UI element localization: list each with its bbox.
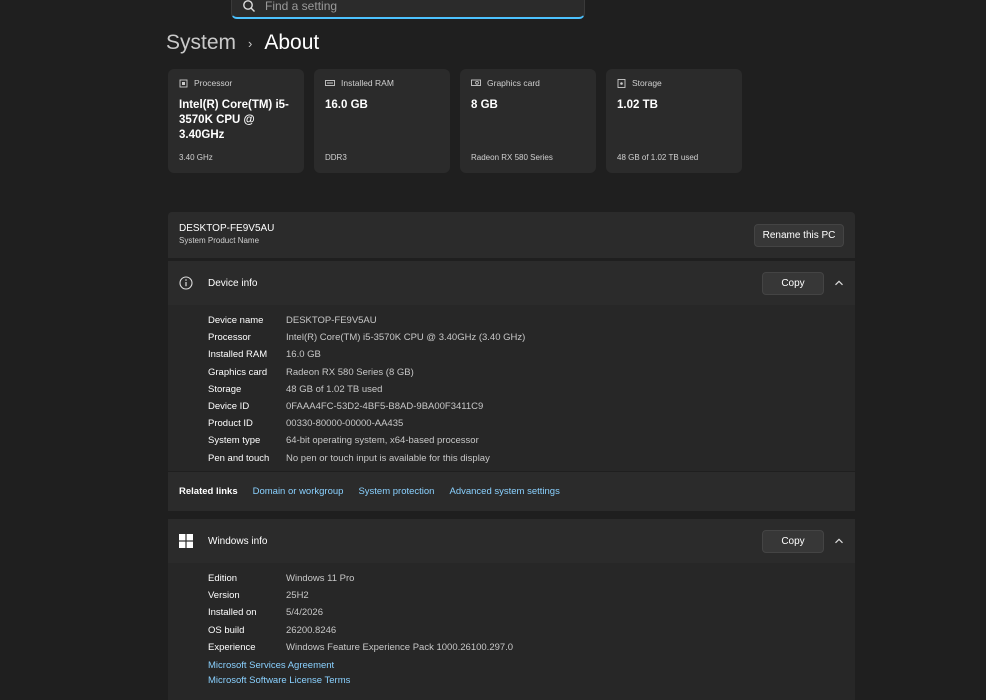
breadcrumb-system[interactable]: System: [166, 31, 236, 55]
ram-icon: [325, 80, 335, 86]
row-key: System type: [208, 435, 261, 447]
row-value: 64-bit operating system, x64-based proce…: [286, 435, 479, 447]
windows-legal-links: Microsoft Services Agreement Microsoft S…: [168, 660, 855, 690]
row-value: 26200.8246: [286, 624, 337, 636]
row-value: Windows 11 Pro: [286, 573, 355, 585]
row-key: Experience: [208, 641, 256, 653]
row-key: Pen and touch: [208, 452, 270, 464]
chevron-up-icon[interactable]: [834, 536, 844, 546]
info-row: Product ID 00330-80000-00000-AA435: [208, 415, 855, 432]
device-info-header[interactable]: Device info Copy: [168, 261, 855, 305]
row-value: 0FAAA4FC-53D2-4BF5-B8AD-9BA00F3411C9: [286, 401, 484, 413]
search-icon: [243, 0, 255, 12]
windows-info-section: Windows info Copy Edition Windows 11 Pro …: [168, 519, 855, 700]
row-key: OS build: [208, 624, 245, 636]
row-value: No pen or touch input is available for t…: [286, 452, 490, 464]
info-row: System type 64-bit operating system, x64-…: [208, 432, 855, 449]
row-value: 00330-80000-00000-AA435: [286, 418, 404, 430]
row-value: 5/4/2026: [286, 607, 323, 619]
services-agreement-link[interactable]: Microsoft Services Agreement: [208, 660, 855, 675]
spec-card-graphics: Graphics card 8 GB Radeon RX 580 Series: [460, 69, 596, 173]
row-key: Storage: [208, 383, 242, 395]
card-sub: 3.40 GHz: [179, 153, 213, 162]
info-row: Storage 48 GB of 1.02 TB used: [208, 381, 855, 398]
row-key: Edition: [208, 573, 238, 585]
spec-card-storage: Storage 1.02 TB 48 GB of 1.02 TB used: [606, 69, 742, 173]
row-value: 25H2: [286, 590, 309, 602]
chevron-up-icon[interactable]: [834, 278, 844, 288]
row-value: DESKTOP-FE9V5AU: [286, 315, 377, 327]
spec-card-processor: Processor Intel(R) Core(TM) i5-3570K CPU…: [168, 69, 304, 173]
row-key: Installed on: [208, 607, 257, 619]
card-sub: DDR3: [325, 153, 347, 162]
info-row: Installed on 5/4/2026: [208, 604, 855, 621]
card-value: 16.0 GB: [325, 99, 368, 111]
info-row: Device name DESKTOP-FE9V5AU: [208, 312, 855, 329]
card-label: Graphics card: [487, 78, 540, 88]
info-row: Edition Windows 11 Pro: [208, 570, 855, 587]
card-value: 1.02 TB: [617, 99, 658, 111]
chevron-right-icon: ›: [248, 35, 253, 51]
pc-product-name: System Product Name: [179, 236, 260, 245]
breadcrumb: System › About: [166, 31, 319, 55]
device-info-section: Device info Copy Device name DESKTOP-FE9V…: [168, 261, 855, 511]
row-key: Version: [208, 590, 240, 602]
info-row: Version 25H2: [208, 587, 855, 604]
card-label: Installed RAM: [341, 78, 394, 88]
section-title: Device info: [208, 277, 258, 289]
windows-info-rows: Edition Windows 11 Pro Version 25H2 Instal…: [168, 563, 855, 660]
info-icon: [179, 276, 193, 290]
card-value: Intel(R) Core(TM) i5-3570K CPU @ 3.40GHz: [179, 99, 289, 141]
card-sub: 48 GB of 1.02 TB used: [617, 153, 699, 162]
info-row: OS build 26200.8246: [208, 622, 855, 639]
search-input[interactable]: [265, 0, 565, 13]
related-links-label: Related links: [179, 485, 238, 497]
related-links: Related links Domain or workgroup System…: [168, 470, 855, 511]
row-value: Intel(R) Core(TM) i5-3570K CPU @ 3.40GHz…: [286, 332, 526, 344]
info-row: Pen and touch No pen or touch input is av…: [208, 450, 855, 467]
row-key: Graphics card: [208, 366, 268, 378]
card-value: 8 GB: [471, 99, 498, 111]
card-sub: Radeon RX 580 Series: [471, 153, 553, 162]
domain-or-workgroup-link[interactable]: Domain or workgroup: [253, 486, 344, 497]
row-key: Device ID: [208, 401, 250, 413]
processor-icon: [179, 79, 188, 87]
copy-windows-info-button[interactable]: Copy: [762, 530, 824, 553]
storage-icon: [617, 78, 626, 88]
spec-cards: Processor Intel(R) Core(TM) i5-3570K CPU…: [168, 69, 742, 173]
settings-window: System › About Processor Intel(R) Core(T…: [0, 0, 986, 700]
windows-logo-icon: [179, 534, 193, 548]
row-value: Windows Feature Experience Pack 1000.261…: [286, 641, 514, 653]
row-value: 48 GB of 1.02 TB used: [286, 383, 383, 395]
info-row: Device ID 0FAAA4FC-53D2-4BF5-B8AD-9BA00F3…: [208, 398, 855, 415]
card-label: Processor: [194, 78, 233, 88]
pc-name-bar: DESKTOP-FE9V5AU System Product Name Rena…: [168, 212, 855, 258]
row-value: Radeon RX 580 Series (8 GB): [286, 366, 414, 378]
search-box[interactable]: [231, 0, 585, 19]
system-protection-link[interactable]: System protection: [358, 486, 434, 497]
card-label: Storage: [632, 78, 662, 88]
info-row: Installed RAM 16.0 GB: [208, 346, 855, 363]
graphics-card-icon: [471, 79, 481, 86]
pc-name: DESKTOP-FE9V5AU: [179, 223, 275, 234]
info-row: Processor Intel(R) Core(TM) i5-3570K CPU …: [208, 329, 855, 346]
advanced-system-settings-link[interactable]: Advanced system settings: [449, 486, 559, 497]
row-value: 16.0 GB: [286, 349, 321, 361]
rename-pc-button[interactable]: Rename this PC: [754, 224, 844, 247]
row-key: Processor: [208, 332, 251, 344]
device-info-rows: Device name DESKTOP-FE9V5AU Processor Inte…: [168, 305, 855, 471]
info-row: Experience Windows Feature Experience Pac…: [208, 639, 855, 656]
row-key: Product ID: [208, 418, 253, 430]
spec-card-ram: Installed RAM 16.0 GB DDR3: [314, 69, 450, 173]
row-key: Device name: [208, 315, 264, 327]
row-key: Installed RAM: [208, 349, 268, 361]
windows-info-header[interactable]: Windows info Copy: [168, 519, 855, 563]
page-title: About: [264, 31, 320, 54]
section-title: Windows info: [208, 535, 268, 547]
info-row: Graphics card Radeon RX 580 Series (8 GB): [208, 364, 855, 381]
license-terms-link[interactable]: Microsoft Software License Terms: [208, 675, 855, 690]
copy-device-info-button[interactable]: Copy: [762, 272, 824, 295]
